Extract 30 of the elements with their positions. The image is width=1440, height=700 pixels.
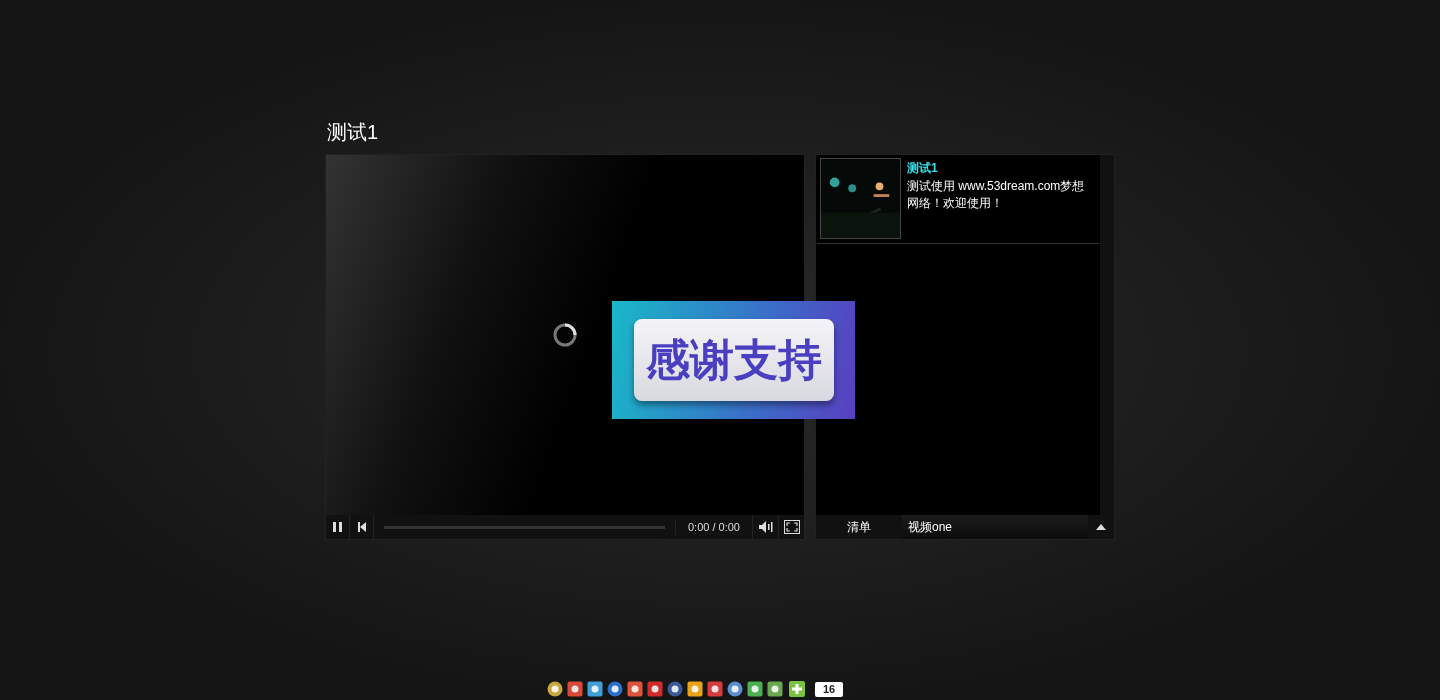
share-tile-icon[interactable]	[687, 681, 703, 697]
banner-text: 感谢支持	[633, 319, 834, 401]
share-tile-icon[interactable]	[547, 681, 563, 697]
skip-back-icon	[357, 522, 366, 532]
share-tile-icon[interactable]	[607, 681, 623, 697]
share-tile-icon[interactable]	[647, 681, 663, 697]
page-title: 测试1	[327, 120, 379, 145]
share-tile-icon[interactable]	[627, 681, 643, 697]
share-count: 16	[815, 681, 844, 697]
speaker-icon	[758, 521, 773, 533]
progress-track[interactable]	[384, 525, 665, 529]
item-description: 测试使用 www.53dream.com梦想网络！欢迎使用！	[907, 178, 1086, 212]
loading-spinner-icon	[552, 322, 578, 348]
item-title: 测试1	[907, 160, 939, 176]
caret-up-icon	[1096, 524, 1106, 530]
share-tile-icon[interactable]	[707, 681, 723, 697]
share-tile-icon[interactable]	[767, 681, 783, 697]
current-video-label: 视频one	[902, 515, 1088, 539]
share-tile-icon[interactable]	[747, 681, 763, 697]
share-tile-icon[interactable]	[727, 681, 743, 697]
time-display: 0:00 / 0:00	[675, 518, 752, 536]
banner-ad[interactable]: 感谢支持	[612, 301, 855, 419]
share-tile-icon[interactable]	[667, 681, 683, 697]
share-tile-icon[interactable]	[587, 681, 603, 697]
playlist-item[interactable]: 测试1 测试使用 www.53dream.com梦想网络！欢迎使用！	[817, 155, 1099, 244]
fullscreen-icon	[783, 520, 800, 534]
pause-icon	[333, 522, 342, 532]
share-tile-icon[interactable]	[567, 681, 583, 697]
playlist-tab[interactable]: 清单	[816, 518, 902, 536]
plus-icon[interactable]	[789, 681, 805, 697]
